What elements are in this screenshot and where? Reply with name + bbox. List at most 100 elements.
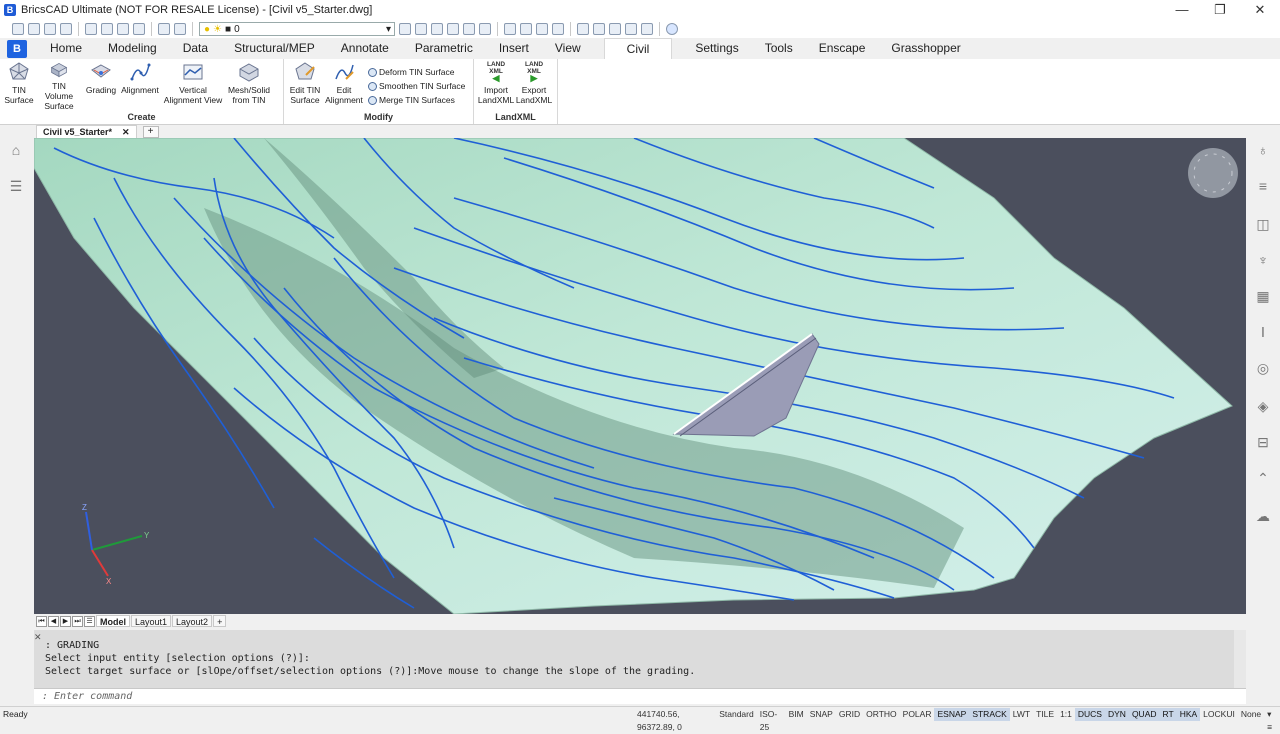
status-lockui[interactable]: LOCKUI [1200, 708, 1238, 721]
status-dyn[interactable]: DYN [1104, 707, 1129, 721]
close-button[interactable]: ✕ [1240, 0, 1280, 20]
tab-data[interactable]: Data [170, 38, 221, 59]
tab-layout1[interactable]: Layout1 [131, 615, 172, 627]
status-ducs[interactable]: DUCS [1074, 707, 1105, 721]
layer-manager-icon[interactable] [415, 23, 427, 35]
zoom-icon[interactable] [552, 23, 564, 35]
orbit-icon[interactable] [536, 23, 548, 35]
lightbulb-icon[interactable]: ♁ [1255, 142, 1271, 158]
status-snap[interactable]: SNAP [807, 708, 836, 721]
layer-dropdown[interactable]: ● ☀ ■ 0 ▾ [199, 22, 395, 36]
bim-icon[interactable]: ◫ [1255, 216, 1271, 232]
redo-icon[interactable] [174, 23, 186, 35]
layer-state-icon[interactable] [399, 23, 411, 35]
close-icon[interactable]: ✕ [122, 126, 130, 138]
status-quad[interactable]: QUAD [1128, 707, 1160, 721]
tab-structural-mep[interactable]: Structural/MEP [221, 38, 328, 59]
publish-icon[interactable] [117, 23, 129, 35]
view-navigation-ring[interactable] [1188, 148, 1238, 198]
new-document-tab-button[interactable]: + [142, 126, 159, 138]
minimize-button[interactable]: — [1162, 0, 1202, 20]
status-menu-icon[interactable]: ▾ ≡ [1264, 708, 1280, 732]
undo-icon[interactable] [158, 23, 170, 35]
add-layout-button[interactable]: + [213, 615, 227, 627]
first-layout-button[interactable]: ⏮ [36, 615, 47, 627]
status-hka[interactable]: HKA [1176, 707, 1201, 721]
properties-icon[interactable] [577, 23, 589, 35]
tab-home[interactable]: Home [37, 38, 95, 59]
deform-tin-surface-button[interactable]: Deform TIN Surface [368, 65, 465, 79]
status-standard[interactable]: Standard [716, 708, 757, 721]
pin-icon[interactable]: ♆ [1255, 252, 1271, 268]
tab-layout2[interactable]: Layout2 [172, 615, 213, 627]
command-close-icon[interactable]: ✕ [34, 632, 42, 643]
status-grid[interactable]: GRID [836, 708, 863, 721]
layer-freeze-icon[interactable] [479, 23, 491, 35]
tab-tools[interactable]: Tools [752, 38, 806, 59]
terrain-model[interactable]: Y Z X [34, 138, 1246, 614]
status-iso25[interactable]: ISO-25 [757, 708, 786, 732]
grading-button[interactable]: Grading [84, 61, 118, 111]
tab-settings[interactable]: Settings [682, 38, 751, 59]
mesh-solid-from-tin-button[interactable]: Mesh/Solid from TIN [226, 61, 272, 111]
status-bim[interactable]: BIM [786, 708, 807, 721]
command-input[interactable]: : Enter command [34, 688, 1246, 704]
sound-icon[interactable]: ◎ [1255, 360, 1271, 376]
tab-annotate[interactable]: Annotate [328, 38, 402, 59]
sheet-icon[interactable] [609, 23, 621, 35]
status-rt[interactable]: RT [1159, 707, 1177, 721]
tab-insert[interactable]: Insert [486, 38, 542, 59]
layout-list-button[interactable]: ☰ [84, 615, 95, 627]
open-file-icon[interactable] [28, 23, 40, 35]
tin-surface-button[interactable]: TIN Surface [4, 61, 34, 111]
library-icon[interactable]: ▦ [1255, 288, 1271, 304]
maximize-button[interactable]: ❐ [1200, 0, 1240, 20]
view-cube-icon[interactable] [504, 23, 516, 35]
smoothen-tin-surface-button[interactable]: Smoothen TIN Surface [368, 79, 465, 93]
status-lwt[interactable]: LWT [1010, 708, 1033, 721]
new-file-icon[interactable] [12, 23, 24, 35]
cloud-icon[interactable]: ☁ [1255, 508, 1271, 524]
plot-icon[interactable] [101, 23, 113, 35]
print-icon[interactable] [85, 23, 97, 35]
save-icon[interactable] [44, 23, 56, 35]
layer-isolate-icon[interactable] [447, 23, 459, 35]
last-layout-button[interactable]: ⏭ [72, 615, 83, 627]
status-ortho[interactable]: ORTHO [863, 708, 900, 721]
layer-off-icon[interactable] [463, 23, 475, 35]
design-center-icon[interactable] [641, 23, 653, 35]
status-polar[interactable]: POLAR [900, 708, 935, 721]
export-landxml-button[interactable]: LAND XML ▶ Export LandXML [516, 61, 552, 111]
status-tile[interactable]: TILE [1033, 708, 1057, 721]
tab-grasshopper[interactable]: Grasshopper [878, 38, 973, 59]
tab-modeling[interactable]: Modeling [95, 38, 170, 59]
home-icon[interactable]: ⌂ [8, 142, 24, 158]
previous-layout-button[interactable]: ◀ [48, 615, 59, 627]
help-icon[interactable] [666, 23, 678, 35]
command-scrollbar[interactable] [1234, 630, 1246, 688]
application-menu-button[interactable]: B [7, 39, 27, 58]
layers-icon[interactable]: ◈ [1255, 398, 1271, 414]
alignment-button[interactable]: Alignment [120, 61, 160, 111]
status-scale[interactable]: 1:1 [1057, 708, 1075, 721]
attribute-icon[interactable]: ⊟ [1255, 434, 1271, 450]
drawing-viewport[interactable]: Y Z X [34, 138, 1246, 614]
tin-volume-surface-button[interactable]: TIN Volume Surface [36, 61, 82, 111]
status-strack[interactable]: STRACK [969, 707, 1010, 721]
tool-palette-icon[interactable] [625, 23, 637, 35]
tab-model[interactable]: Model [96, 615, 130, 627]
vertical-alignment-view-button[interactable]: Vertical Alignment View [162, 61, 224, 111]
text-icon[interactable]: Ⅰ [1255, 324, 1271, 340]
tab-view[interactable]: View [542, 38, 594, 59]
next-layout-button[interactable]: ▶ [60, 615, 71, 627]
preview-icon[interactable] [133, 23, 145, 35]
save-as-icon[interactable] [60, 23, 72, 35]
merge-tin-surfaces-button[interactable]: Merge TIN Surfaces [368, 93, 465, 107]
chevron-up-icon[interactable]: ⌃ [1255, 470, 1271, 486]
render-icon[interactable] [520, 23, 532, 35]
status-none[interactable]: None [1238, 708, 1264, 721]
tab-parametric[interactable]: Parametric [402, 38, 486, 59]
document-tab[interactable]: Civil v5_Starter* ✕ [36, 125, 137, 138]
edit-alignment-button[interactable]: Edit Alignment [324, 61, 364, 111]
structure-panel-icon[interactable]: ☰ [8, 178, 24, 194]
